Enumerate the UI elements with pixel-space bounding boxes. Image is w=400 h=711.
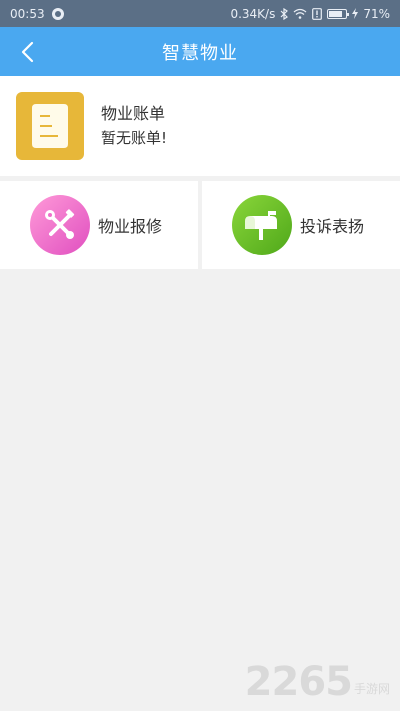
repair-button[interactable]: 物业报修 bbox=[0, 181, 198, 269]
bill-text: 物业账单 暂无账单! bbox=[101, 102, 167, 150]
battery-fill bbox=[329, 10, 343, 17]
bill-status: 暂无账单! bbox=[101, 129, 168, 147]
status-right: 0.34K/s 71% bbox=[230, 7, 390, 21]
page-title: 智慧物业 bbox=[162, 42, 238, 64]
wifi-icon bbox=[293, 8, 307, 19]
status-bar: 00:53 0.34K/s 71% bbox=[0, 0, 400, 27]
watermark-number: 2265 bbox=[244, 659, 353, 705]
watermark-text: 手游网 bbox=[353, 682, 390, 696]
bill-card[interactable]: 物业账单 暂无账单! bbox=[0, 76, 400, 176]
bill-title: 物业账单 bbox=[101, 104, 166, 123]
charging-icon bbox=[352, 8, 359, 19]
service-grid: 物业报修 投诉表扬 bbox=[0, 181, 400, 269]
chevron-left-icon bbox=[21, 41, 34, 63]
sim-alert-icon bbox=[312, 7, 323, 20]
mailbox-icon bbox=[232, 195, 292, 255]
network-speed: 0.34K/s bbox=[230, 6, 276, 21]
status-time: 00:53 bbox=[10, 6, 45, 21]
bill-document-icon bbox=[16, 92, 84, 160]
site-watermark: 2265 手游网 bbox=[245, 659, 390, 705]
back-button[interactable] bbox=[12, 37, 42, 67]
wrench-screwdriver-icon bbox=[30, 195, 90, 255]
complaint-praise-label: 投诉表扬 bbox=[300, 217, 365, 236]
complaint-praise-button[interactable]: 投诉表扬 bbox=[202, 181, 400, 269]
repair-label: 物业报修 bbox=[98, 217, 163, 236]
status-left: 00:53 bbox=[10, 7, 64, 21]
nav-bar: 智慧物业 bbox=[0, 27, 400, 76]
battery-icon bbox=[327, 8, 350, 19]
notification-dot-icon bbox=[51, 7, 64, 20]
battery-percent: 71% bbox=[363, 6, 390, 21]
bluetooth-icon bbox=[280, 7, 289, 20]
